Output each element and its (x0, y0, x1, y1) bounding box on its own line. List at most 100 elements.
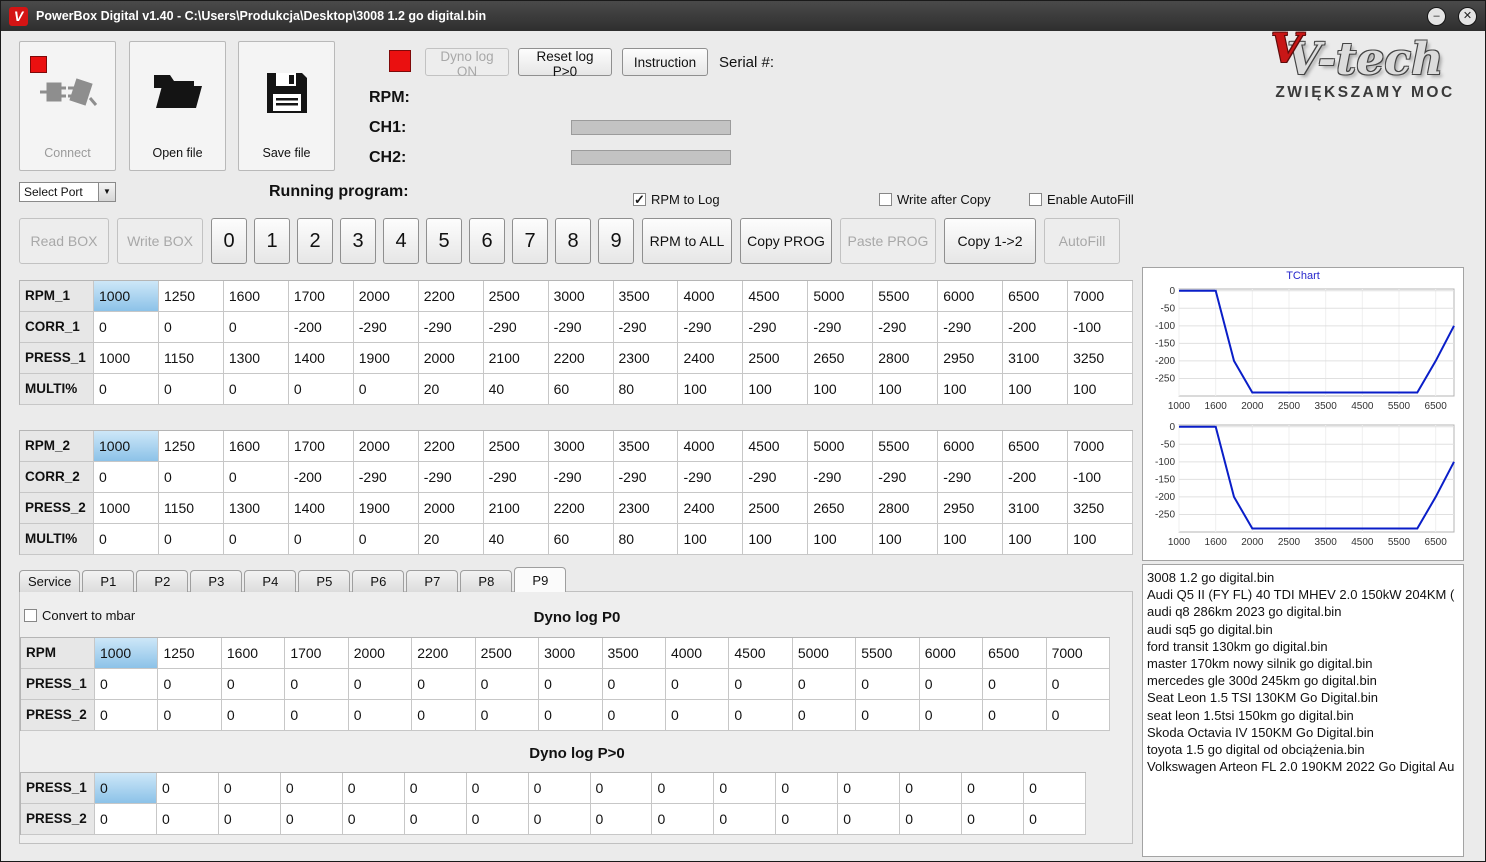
table-cell[interactable]: 2950 (938, 343, 1004, 374)
table-cell[interactable]: 0 (404, 804, 467, 835)
table-cell[interactable]: 0 (342, 773, 405, 804)
table-cell[interactable]: 0 (792, 700, 857, 731)
table-cell[interactable]: 0 (729, 700, 793, 731)
table-cell[interactable]: 2200 (548, 493, 614, 524)
table-cell[interactable]: 6500 (1003, 431, 1069, 462)
table-cell[interactable]: -290 (743, 312, 809, 343)
table-cell[interactable]: -200 (1003, 312, 1069, 343)
digit-button-4[interactable]: 4 (383, 218, 419, 264)
table-cell[interactable]: 4500 (729, 638, 793, 669)
table-cell[interactable]: 100 (1003, 524, 1069, 555)
table-cell[interactable]: 1250 (158, 281, 224, 312)
table-cell[interactable]: 0 (665, 669, 730, 700)
digit-button-1[interactable]: 1 (254, 218, 290, 264)
table-cell[interactable]: 1700 (288, 431, 354, 462)
reset-log-button[interactable]: Reset log P>0 (518, 48, 612, 79)
select-port-dropdown[interactable]: Select Port ▼ (19, 182, 116, 202)
table-cell[interactable]: 2400 (678, 493, 744, 524)
table-cell[interactable]: -290 (873, 312, 939, 343)
table-cell[interactable]: 1150 (158, 493, 224, 524)
table-cell[interactable]: 0 (95, 773, 157, 804)
table-cell[interactable]: 0 (475, 669, 540, 700)
table-cell[interactable]: 0 (223, 374, 289, 405)
table-cell[interactable]: 0 (1046, 700, 1110, 731)
table-cell[interactable]: 100 (1068, 524, 1133, 555)
table-cell[interactable]: 2500 (483, 281, 549, 312)
table-cell[interactable]: -290 (548, 312, 614, 343)
table-cell[interactable]: 5000 (808, 431, 874, 462)
table-cell[interactable]: 0 (280, 804, 343, 835)
table-cell[interactable]: 0 (652, 773, 715, 804)
table-cell[interactable]: 0 (856, 700, 920, 731)
table-cell[interactable]: 0 (919, 700, 984, 731)
table-cell[interactable]: 1700 (288, 281, 354, 312)
table-cell[interactable]: 100 (873, 374, 939, 405)
table-cell[interactable]: 0 (94, 374, 159, 405)
file-list-item[interactable]: Seat Leon 1.5 TSI 130KM Go Digital.bin (1147, 689, 1459, 706)
table-cell[interactable]: -200 (1003, 462, 1069, 493)
file-list-item[interactable]: mercedes gle 300d 245km go digital.bin (1147, 672, 1459, 689)
table-cell[interactable]: 0 (1024, 804, 1086, 835)
chevron-down-icon[interactable]: ▼ (98, 183, 115, 201)
file-list-item[interactable]: audi q8 286km 2023 go digital.bin (1147, 603, 1459, 620)
table-cell[interactable]: 0 (590, 773, 653, 804)
table-cell[interactable]: 0 (528, 804, 591, 835)
table-cell[interactable]: 2950 (938, 493, 1004, 524)
table-cell[interactable]: 0 (288, 524, 354, 555)
table-cell[interactable]: 100 (678, 524, 744, 555)
table-cell[interactable]: 3500 (602, 638, 666, 669)
table-cell[interactable]: 0 (156, 773, 219, 804)
table-cell[interactable]: 2800 (873, 493, 939, 524)
checkbox-box[interactable] (879, 193, 892, 206)
table-cell[interactable]: 2000 (348, 638, 413, 669)
table-cell[interactable]: -290 (353, 462, 419, 493)
digit-button-0[interactable]: 0 (211, 218, 247, 264)
table-cell[interactable]: -290 (418, 312, 484, 343)
table-cell[interactable]: 60 (548, 524, 614, 555)
table-cell[interactable]: 0 (158, 462, 224, 493)
table-cell[interactable]: 2200 (418, 281, 484, 312)
table-cell[interactable]: -200 (288, 312, 354, 343)
table-cell[interactable]: 0 (475, 700, 540, 731)
table-cell[interactable]: 1900 (353, 493, 419, 524)
table-cell[interactable]: 1000 (94, 493, 159, 524)
table-cell[interactable]: -290 (613, 462, 679, 493)
table-cell[interactable]: 0 (900, 804, 963, 835)
table-cell[interactable]: 2650 (808, 343, 874, 374)
table-cell[interactable]: 7000 (1046, 638, 1110, 669)
table-cell[interactable]: 2400 (678, 343, 744, 374)
table-cell[interactable]: 2300 (613, 343, 679, 374)
table-cell[interactable]: 0 (348, 669, 413, 700)
table-cell[interactable]: -290 (483, 312, 549, 343)
write-after-copy-checkbox[interactable]: Write after Copy (879, 192, 991, 207)
checkbox-box[interactable] (1029, 193, 1042, 206)
table-cell[interactable]: 0 (602, 700, 666, 731)
table-cell[interactable]: 0 (218, 804, 281, 835)
table-cell[interactable]: 100 (1003, 374, 1069, 405)
table-cell[interactable]: 4000 (678, 431, 744, 462)
table-cell[interactable]: 100 (873, 524, 939, 555)
connect-button[interactable]: Connect (19, 41, 116, 171)
table-cell[interactable]: 0 (714, 804, 777, 835)
table-cell[interactable]: 2500 (475, 638, 540, 669)
table-cell[interactable]: 1600 (221, 638, 286, 669)
table-cell[interactable]: 1900 (353, 343, 419, 374)
table-cell[interactable]: 2200 (548, 343, 614, 374)
table-cell[interactable]: 0 (983, 669, 1047, 700)
table-cell[interactable]: 0 (94, 462, 159, 493)
table-cell[interactable]: 3100 (1003, 493, 1069, 524)
table-cell[interactable]: 2500 (743, 343, 809, 374)
table-cell[interactable]: 0 (1024, 773, 1086, 804)
table-cell[interactable]: 0 (466, 773, 529, 804)
table-cell[interactable]: 7000 (1068, 281, 1133, 312)
rpm-to-all-button[interactable]: RPM to ALL (642, 218, 732, 264)
digit-button-7[interactable]: 7 (512, 218, 548, 264)
table-cell[interactable]: 0 (838, 804, 901, 835)
table-cell[interactable]: 0 (158, 700, 222, 731)
table-cell[interactable]: 0 (223, 312, 289, 343)
digit-button-5[interactable]: 5 (426, 218, 462, 264)
minimize-button[interactable]: – (1427, 6, 1446, 26)
table-cell[interactable]: 1400 (288, 493, 354, 524)
table-cell[interactable]: 0 (539, 669, 603, 700)
table-cell[interactable]: 0 (95, 700, 159, 731)
